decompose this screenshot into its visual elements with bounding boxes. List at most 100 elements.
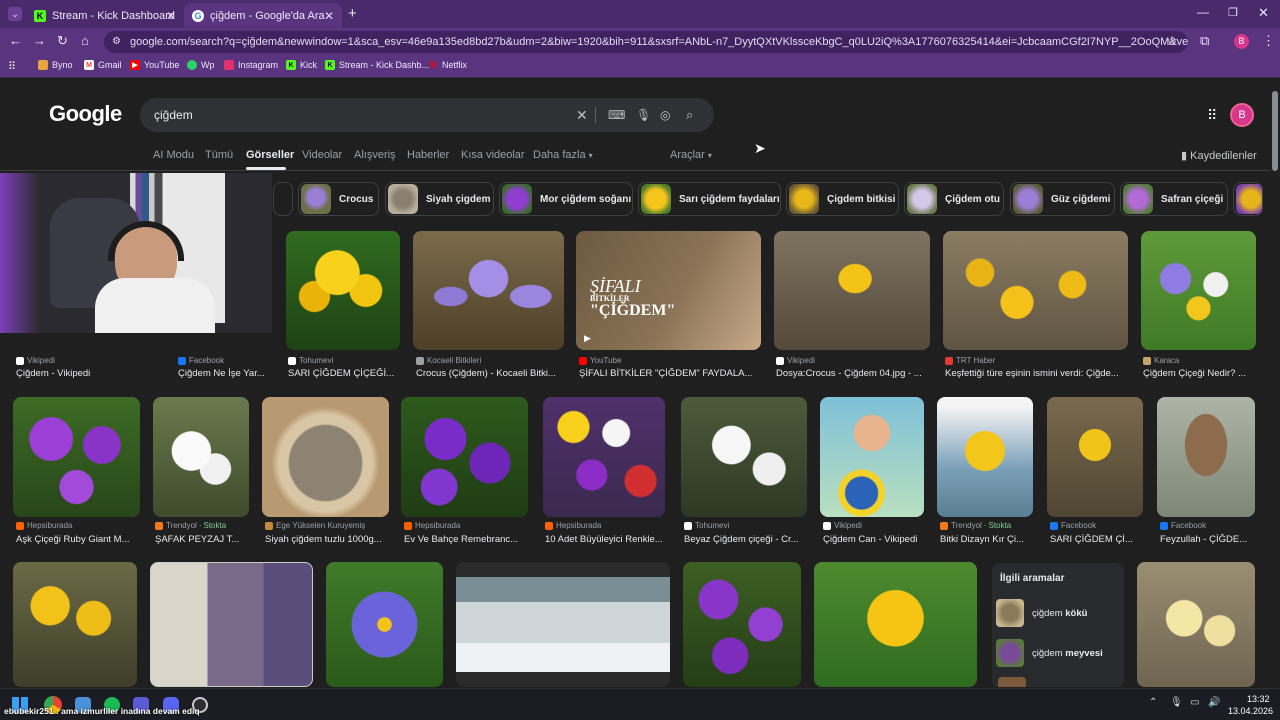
result-title[interactable]: ŞAFAK PEYZAJ T... [155, 534, 249, 545]
image-result[interactable] [153, 397, 249, 517]
bookmark-kick-dashboard[interactable]: K Stream - Kick Dashb... [325, 60, 429, 70]
profile-avatar[interactable]: B [1234, 34, 1249, 49]
tab-short-videos[interactable]: Kısa videolar [461, 149, 525, 161]
image-result[interactable] [401, 397, 528, 517]
extensions-icon[interactable]: ⧉ [1200, 33, 1209, 49]
bookmark-kick[interactable]: K Kick [286, 60, 317, 70]
chip-partial[interactable] [273, 182, 293, 216]
keyboard-icon[interactable]: ⌨ [608, 98, 625, 132]
result-title[interactable]: Ev Ve Bahçe Remebranc... [404, 534, 528, 545]
image-result[interactable] [814, 562, 977, 687]
chip-partial-right[interactable] [1233, 182, 1263, 216]
result-title[interactable]: Çiğdem - Vikipedi [16, 368, 166, 379]
bookmark-youtube[interactable]: ▶ YouTube [130, 60, 179, 70]
image-result[interactable] [937, 397, 1033, 517]
page-scrollbar[interactable] [1270, 79, 1280, 687]
back-icon[interactable]: ← [9, 33, 22, 48]
tools-button[interactable]: Araçlar ▾ [670, 149, 712, 161]
related-item[interactable]: çiğdem kökü [996, 597, 1120, 629]
restore-icon[interactable]: ❐ [1228, 6, 1238, 19]
clock-time[interactable]: 13:32 [1247, 694, 1270, 704]
scrollbar-thumb[interactable] [1272, 91, 1278, 171]
close-tab-icon[interactable]: ✕ [166, 9, 176, 23]
close-tab-icon[interactable]: ✕ [324, 9, 334, 23]
bookmark-byno[interactable]: Byno [38, 60, 73, 70]
result-title[interactable]: SARI ÇİĞDEM Çİ... [1050, 534, 1144, 545]
chip-sari-cigdem-faydalari[interactable]: Sarı çiğdem faydaları [638, 182, 781, 216]
reload-icon[interactable]: ↻ [57, 33, 68, 49]
image-result[interactable] [1157, 397, 1255, 517]
chip-siyah-cigdem[interactable]: Siyah çigdem [385, 182, 494, 216]
image-result[interactable] [774, 231, 930, 350]
bookmark-netflix[interactable]: N Netflix [428, 60, 467, 71]
tab-search-icon[interactable]: ⌄ [8, 7, 22, 21]
result-title[interactable]: Keşfettiği türe eşinin ismini verdi: Çiğ… [945, 368, 1127, 379]
volume-icon[interactable]: 🔊 [1208, 697, 1220, 708]
tab-images[interactable]: Görseller [246, 149, 294, 161]
microphone-icon[interactable]: 🎙 [1170, 697, 1183, 708]
chip-safran-cicegi[interactable]: Safran çiçeği [1120, 182, 1228, 216]
result-title[interactable]: Çiğdem Çiçeği Nedir? ... [1143, 368, 1255, 379]
close-window-icon[interactable]: ✕ [1258, 5, 1269, 21]
result-title[interactable]: SARI ÇİĞDEM ÇİÇEĞİ... [288, 368, 400, 379]
bookmark-instagram[interactable]: Instagram [224, 60, 278, 70]
image-result[interactable] [326, 562, 443, 687]
image-result[interactable]: ŞİFALI BİTKİLER "ÇİĞDEM" ▶ [576, 231, 761, 350]
related-item[interactable]: çiğdem meyvesi [996, 637, 1120, 669]
result-title[interactable]: Beyaz Çiğdem çiçeği - Cr... [684, 534, 806, 545]
bookmark-gmail[interactable]: M Gmail [84, 60, 122, 70]
chip-guz-cigdemi[interactable]: Güz çiğdemi [1010, 182, 1115, 216]
image-result[interactable] [13, 397, 140, 517]
search-input[interactable]: çiğdem ✕ ⌨ 🎙 ◎ ⌕ [140, 98, 714, 132]
image-result[interactable] [543, 397, 665, 517]
image-result[interactable] [456, 562, 670, 687]
tab-news[interactable]: Haberler [407, 149, 449, 161]
result-title[interactable]: Crocus (Çiğdem) - Kocaeli Bitki... [416, 368, 564, 379]
saved-button[interactable]: ▮ Kaydedilenler [1181, 149, 1257, 162]
minimize-icon[interactable]: — [1197, 5, 1209, 19]
google-apps-icon[interactable]: ⠿ [1207, 107, 1217, 124]
microphone-icon[interactable]: 🎙 [636, 98, 651, 132]
chip-crocus[interactable]: Crocus [298, 182, 379, 216]
forward-icon[interactable]: → [33, 33, 46, 48]
image-result[interactable] [13, 562, 137, 687]
image-result[interactable] [286, 231, 400, 350]
tab-google-search[interactable]: G çiğdem - Google'da Ara ✕ [184, 3, 342, 28]
chip-cigdem-otu[interactable]: Çiğdem otu [904, 182, 1004, 216]
result-title[interactable]: Aşk Çiçeği Ruby Giant M... [16, 534, 140, 545]
tab-shopping[interactable]: Alışveriş [354, 149, 396, 161]
image-result[interactable] [943, 231, 1128, 350]
result-title[interactable]: Çiğdem Can - Vikipedi [823, 534, 925, 545]
bookmark-wp[interactable]: Wp [187, 60, 215, 70]
chevron-up-icon[interactable]: ⌃ [1149, 697, 1157, 708]
image-result[interactable] [681, 397, 807, 517]
account-avatar[interactable]: B [1230, 103, 1254, 127]
image-result[interactable] [1137, 562, 1255, 687]
image-result[interactable] [150, 562, 313, 687]
network-icon[interactable]: ▭ [1190, 697, 1199, 708]
image-result[interactable] [1141, 231, 1256, 350]
site-info-icon[interactable]: ⚙ [112, 31, 121, 53]
image-result[interactable] [1047, 397, 1143, 517]
new-tab-icon[interactable]: + [348, 5, 357, 22]
apps-grid-icon[interactable]: ⠿ [8, 60, 16, 73]
image-result[interactable] [413, 231, 564, 350]
tab-all[interactable]: Tümü [205, 149, 233, 161]
google-logo[interactable]: Google [49, 101, 122, 127]
menu-dots-icon[interactable]: ⋮ [1262, 33, 1275, 49]
chip-mor-cigdem-sogani[interactable]: Mor çiğdem soğanı [499, 182, 633, 216]
image-result[interactable] [820, 397, 924, 517]
clear-icon[interactable]: ✕ [576, 98, 588, 132]
result-title[interactable]: Bitki Dizayn Kır Çi... [940, 534, 1034, 545]
result-title[interactable]: Siyah çiğdem tuzlu 1000g... [265, 534, 389, 545]
address-bar[interactable]: ⚙ google.com/search?q=çiğdem&newwindow=1… [104, 31, 1188, 53]
lens-icon[interactable]: ◎ [660, 98, 670, 132]
result-title[interactable]: Çiğdem Ne İşe Yar... [178, 368, 276, 379]
result-title[interactable]: ŞİFALI BİTKİLER "ÇİĞDEM" FAYDALA... [579, 368, 759, 379]
image-result[interactable] [262, 397, 389, 517]
image-result[interactable] [683, 562, 801, 687]
search-icon[interactable]: ⌕ [686, 98, 693, 132]
result-title[interactable]: 10 Adet Büyüleyici Renkle... [545, 534, 665, 545]
bookmark-star-icon[interactable]: ☆ [1166, 33, 1178, 49]
tab-videos[interactable]: Videolar [302, 149, 342, 161]
